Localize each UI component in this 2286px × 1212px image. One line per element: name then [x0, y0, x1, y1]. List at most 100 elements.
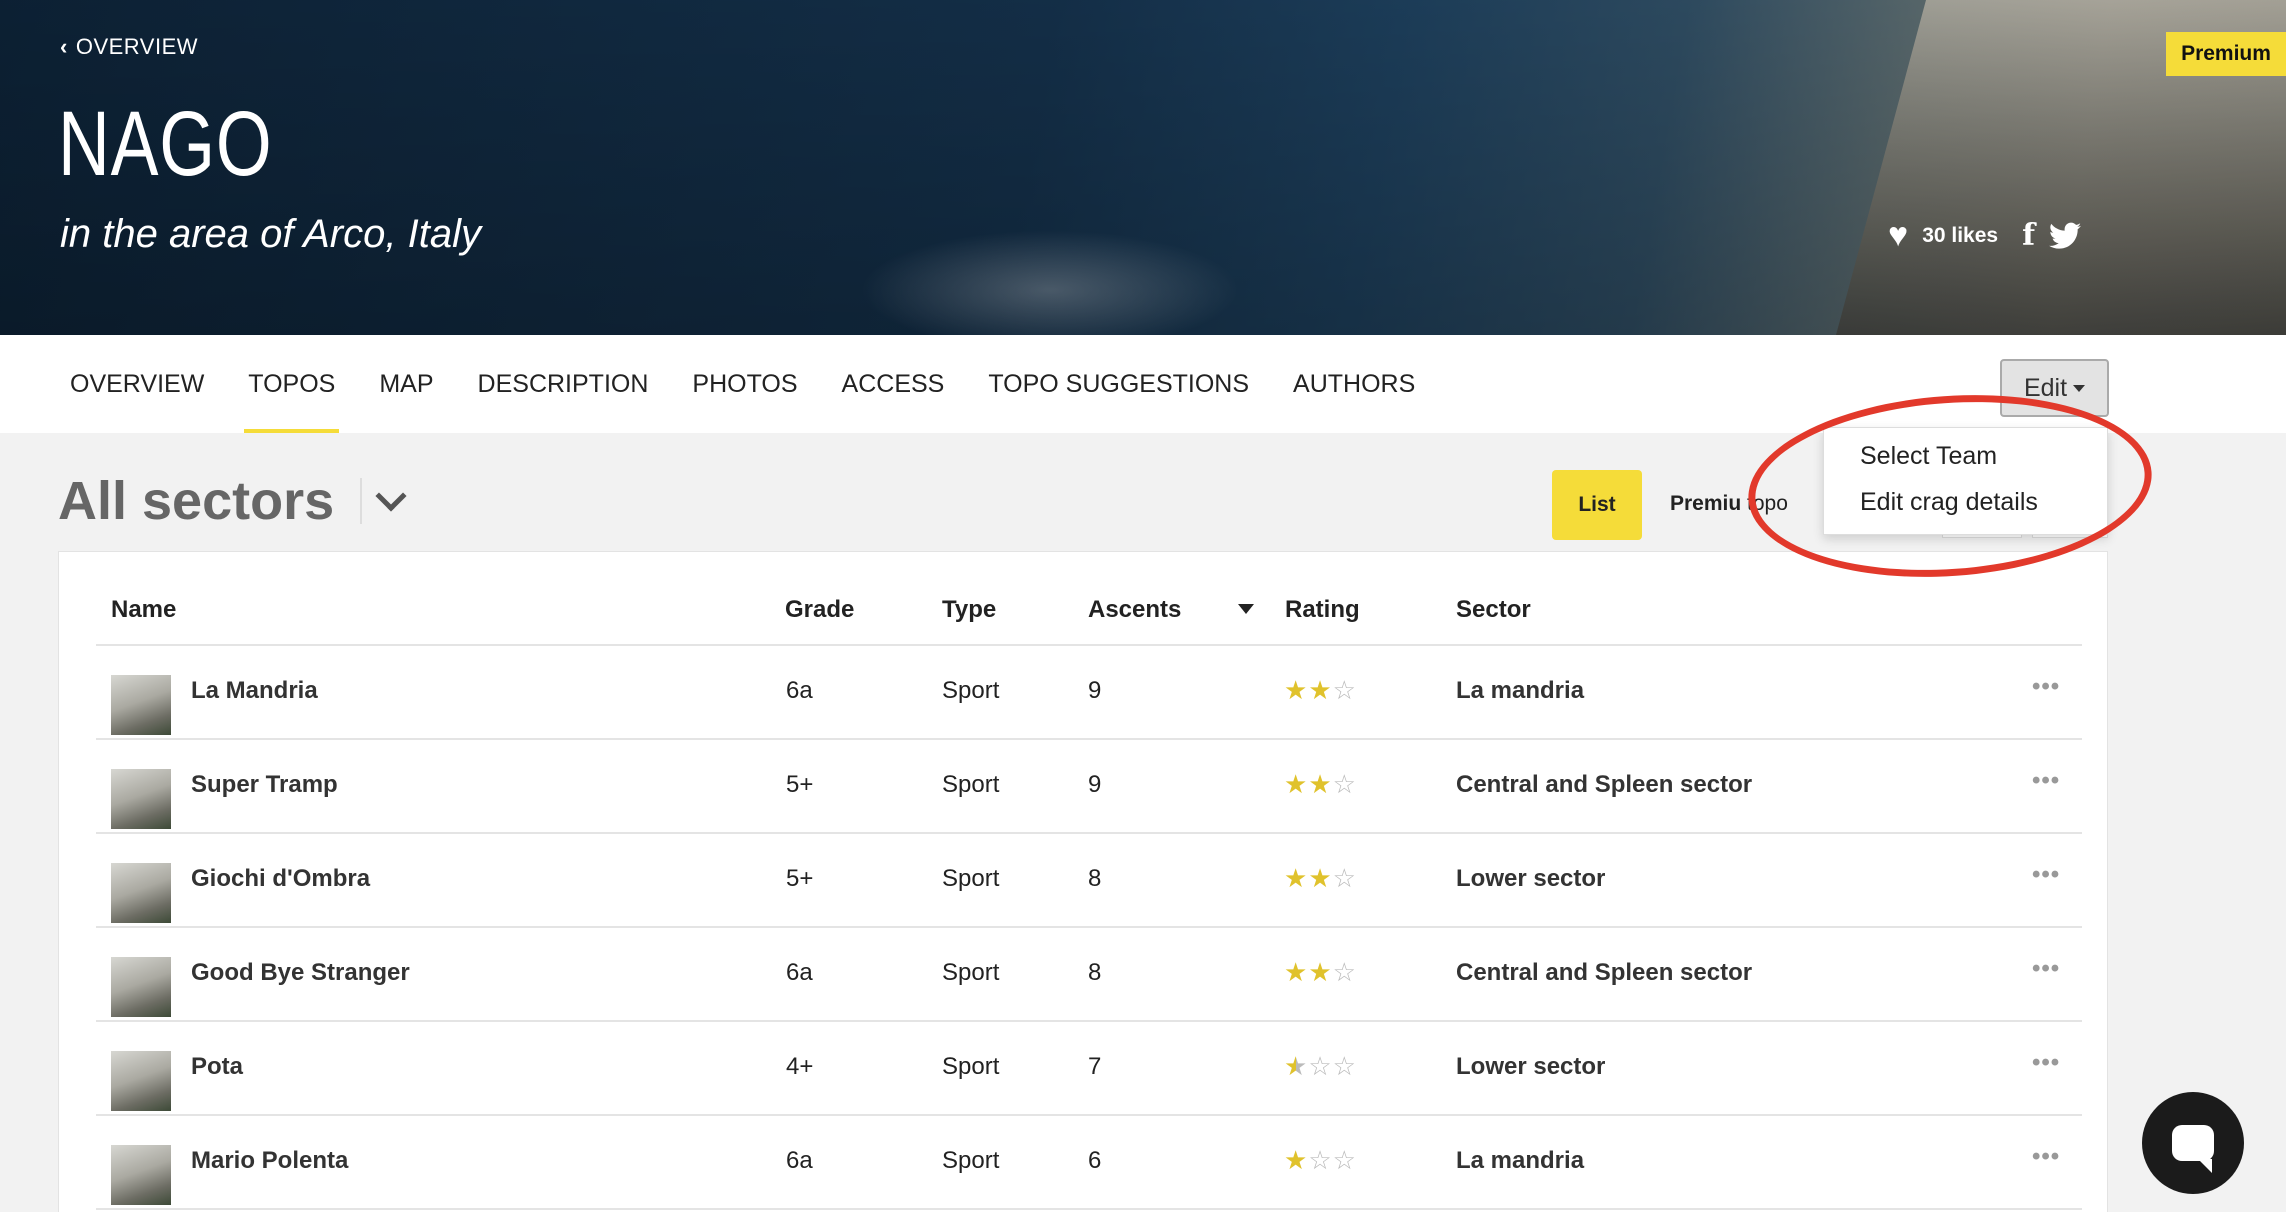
tab-list: OVERVIEW TOPOS MAP DESCRIPTION PHOTOS ACCESS T… — [48, 335, 1437, 433]
route-name[interactable]: Mario Polenta — [191, 1147, 348, 1175]
route-type: Sport — [942, 771, 1000, 798]
back-link-label: OVERVIEW — [75, 34, 199, 59]
route-grade: 6a — [786, 677, 813, 704]
rating-stars: ★★☆ — [1284, 957, 1357, 988]
route-ascents: 9 — [1088, 677, 1102, 704]
route-thumbnail[interactable] — [111, 863, 171, 923]
star-icon: ★ — [1308, 863, 1333, 893]
more-icon[interactable]: ••• — [2032, 955, 2060, 983]
tab-topo-suggestions[interactable]: TOPO SUGGESTIONS — [966, 335, 1271, 433]
column-header-rating[interactable]: Rating — [1285, 596, 1360, 624]
tab-topos[interactable]: TOPOS — [226, 335, 357, 433]
route-grade: 6a — [786, 1147, 813, 1174]
route-thumbnail[interactable] — [111, 1051, 171, 1111]
star-icon: ★ — [1284, 863, 1309, 893]
route-name[interactable]: Good Bye Stranger — [191, 959, 410, 987]
table-row[interactable]: Mario Polenta 6a Sport 6 La mandria ★☆☆ ••• — [96, 1125, 2082, 1212]
route-ascents: 8 — [1088, 865, 1102, 892]
route-type: Sport — [942, 959, 1000, 986]
hero-shade — [0, 0, 2286, 335]
likes-count: 30 likes — [1922, 223, 1999, 247]
route-thumbnail[interactable] — [111, 769, 171, 829]
star-icon: ☆ — [1308, 1145, 1333, 1175]
page-subtitle: in the area of Arco, Italy — [60, 212, 481, 256]
list-view-button[interactable]: List — [1552, 470, 1642, 540]
star-icon: ★ — [1308, 769, 1333, 799]
star-icon: ★ — [1284, 769, 1309, 799]
route-name[interactable]: Super Tramp — [191, 771, 338, 799]
rating-stars: ★★☆ — [1284, 675, 1357, 706]
row-divider — [96, 644, 2082, 646]
caret-down-icon — [2073, 384, 2086, 392]
star-icon: ☆ — [1332, 1145, 1357, 1175]
column-header-grade[interactable]: Grade — [785, 596, 854, 624]
more-icon[interactable]: ••• — [2032, 673, 2060, 701]
table-row[interactable]: La Mandria 6a Sport 9 La mandria ★★☆ ••• — [96, 655, 2082, 747]
sector-title: All sectors — [58, 471, 335, 531]
table-row[interactable]: Pota 4+ Sport 7 Lower sector ★☆☆ ••• — [96, 1031, 2082, 1123]
route-type: Sport — [942, 865, 1000, 892]
tab-description[interactable]: DESCRIPTION — [456, 335, 671, 433]
more-icon[interactable]: ••• — [2032, 767, 2060, 795]
route-grade: 4+ — [786, 1053, 814, 1080]
star-icon: ★ — [1284, 957, 1309, 987]
star-icon: ★ — [1308, 675, 1333, 705]
chevron-left-icon: ‹ — [60, 34, 68, 59]
sector-selector[interactable]: All sectors — [58, 470, 407, 532]
more-icon[interactable]: ••• — [2032, 1049, 2060, 1077]
route-thumbnail[interactable] — [111, 1145, 171, 1205]
heart-icon[interactable]: ♥ — [1888, 216, 1908, 255]
tab-map[interactable]: MAP — [357, 335, 455, 433]
tab-authors[interactable]: AUTHORS — [1271, 335, 1437, 433]
twitter-icon[interactable] — [2049, 222, 2081, 250]
column-header-name[interactable]: Name — [111, 596, 176, 624]
route-ascents: 7 — [1088, 1053, 1102, 1080]
rating-stars: ★★☆ — [1284, 769, 1357, 800]
star-icon: ★ — [1284, 1051, 1309, 1081]
star-icon: ☆ — [1332, 863, 1357, 893]
tab-photos[interactable]: PHOTOS — [670, 335, 819, 433]
route-sector: La mandria — [1456, 677, 1585, 704]
table-row[interactable]: Super Tramp 5+ Sport 9 Central and Spleen se… — [96, 749, 2082, 841]
route-name[interactable]: La Mandria — [191, 677, 318, 705]
tab-access[interactable]: ACCESS — [820, 335, 967, 433]
column-header-sector[interactable]: Sector — [1456, 596, 1531, 624]
social-bar: ♥ 30 likes f — [1888, 216, 2081, 255]
chevron-down-icon — [375, 480, 407, 512]
more-icon[interactable]: ••• — [2032, 861, 2060, 889]
route-grade: 6a — [786, 959, 813, 986]
route-ascents: 8 — [1088, 959, 1102, 986]
table-row[interactable]: Giochi d'Ombra 5+ Sport 8 Lower sector ★★☆ ••• — [96, 843, 2082, 935]
tab-overview[interactable]: OVERVIEW — [48, 335, 226, 433]
route-type: Sport — [942, 1053, 1000, 1080]
route-name[interactable]: Pota — [191, 1053, 243, 1081]
route-thumbnail[interactable] — [111, 675, 171, 735]
route-name[interactable]: Giochi d'Ombra — [191, 865, 370, 893]
rating-stars: ★☆☆ — [1284, 1051, 1357, 1082]
back-to-overview-link[interactable]: ‹ OVERVIEW — [60, 34, 198, 60]
rating-stars: ★★☆ — [1284, 863, 1357, 894]
route-thumbnail[interactable] — [111, 957, 171, 1017]
route-sector: La mandria — [1456, 1147, 1585, 1174]
column-header-ascents[interactable]: Ascents — [1088, 596, 1181, 624]
star-icon: ☆ — [1332, 957, 1357, 987]
route-sector: Lower sector — [1456, 1053, 1606, 1080]
route-grade: 5+ — [786, 865, 814, 892]
route-grade: 5+ — [786, 771, 814, 798]
column-header-type[interactable]: Type — [942, 596, 996, 624]
more-icon[interactable]: ••• — [2032, 1143, 2060, 1171]
table-row[interactable]: Good Bye Stranger 6a Sport 8 Central and Spl… — [96, 937, 2082, 1029]
route-type: Sport — [942, 1147, 1000, 1174]
route-ascents: 6 — [1088, 1147, 1102, 1174]
star-icon: ★ — [1284, 675, 1309, 705]
route-type: Sport — [942, 677, 1000, 704]
premium-topo-bold: Premiu — [1670, 492, 1742, 515]
divider — [360, 478, 363, 524]
star-icon: ☆ — [1332, 1051, 1357, 1081]
route-sector: Central and Spleen sector — [1456, 959, 1753, 986]
route-ascents: 9 — [1088, 771, 1102, 798]
facebook-icon[interactable]: f — [2022, 218, 2035, 253]
premium-badge[interactable]: Premium — [2166, 32, 2286, 76]
chat-launcher-button[interactable] — [2142, 1092, 2244, 1194]
sort-down-icon[interactable] — [1238, 604, 1254, 614]
